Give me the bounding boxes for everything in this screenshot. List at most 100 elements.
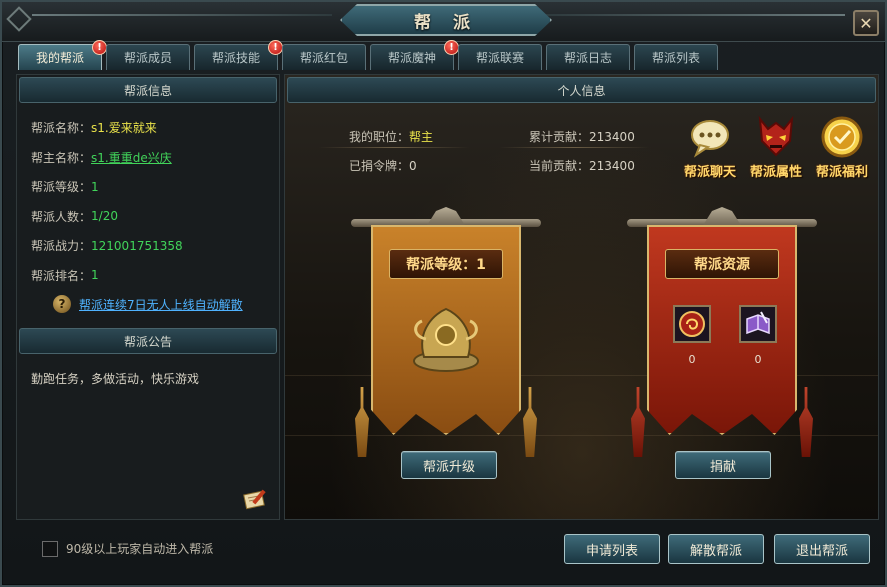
position-stat: 我的职位：帮主 [349, 128, 433, 145]
info-key: 帮派人数： [31, 209, 92, 224]
donate-button[interactable]: 捐献 [675, 451, 771, 479]
guild-power-value: 121001751358 [91, 238, 183, 253]
tab-label: 帮派成员 [123, 51, 172, 65]
resource-item[interactable]: 0 [739, 305, 777, 366]
guild-window: 帮 派 ✕ 我的帮派 ! 帮派成员 帮派技能 ! 帮派红包 帮派魔神 ! 帮派联… [0, 0, 887, 587]
alert-badge-icon: ! [444, 40, 459, 55]
chat-bubble-icon [691, 120, 729, 158]
auto-join-label: 90级以上玩家自动进入帮派 [66, 542, 214, 556]
info-row-guild-name: 帮派名称： s1.爱来就来 [31, 113, 265, 143]
demon-mask-icon [758, 115, 794, 157]
guild-info-header: 帮派信息 [19, 77, 277, 103]
tab-label: 帮派技能 [211, 51, 260, 65]
stat-divider [319, 147, 469, 148]
feature-label: 帮派福利 [815, 165, 868, 180]
tab-demon-god[interactable]: 帮派魔神 ! [370, 40, 459, 70]
guild-level-banner: 帮派等级：1 [351, 207, 541, 457]
guild-level-title: 帮派等级：1 [389, 249, 503, 279]
tab-label: 帮派日志 [563, 51, 612, 65]
tab-my-guild[interactable]: 我的帮派 ! [18, 40, 107, 70]
gold-medal-icon [821, 116, 863, 158]
tab-skills[interactable]: 帮派技能 ! [194, 40, 283, 70]
guild-name-value: s1.爱来就来 [91, 121, 157, 136]
personal-stats: 我的职位：帮主 累计贡献：213400 已捐令牌：0 当前贡献：213400 [319, 119, 649, 179]
tab-log[interactable]: 帮派日志 [546, 44, 630, 70]
info-key: 帮主名称： [31, 150, 92, 165]
stat-key: 累计贡献： [529, 130, 590, 144]
guild-resource-title: 帮派资源 [665, 249, 779, 279]
dissolve-notice-link[interactable]: 帮派连续7日无人上线自动解散 [79, 296, 243, 313]
title-ornament-right [545, 14, 845, 16]
disband-guild-button[interactable]: 解散帮派 [668, 534, 764, 564]
tassel-icon [355, 387, 369, 457]
donated-tokens-value: 0 [409, 159, 417, 173]
tab-league[interactable]: 帮派联赛 [458, 44, 542, 70]
banner-crest [702, 207, 742, 227]
info-row-members: 帮派人数： 1/20 [31, 202, 265, 232]
stat-key: 我的职位： [349, 130, 410, 144]
help-icon[interactable]: ? [53, 295, 71, 313]
corner-ornament-icon [6, 6, 32, 32]
info-key: 帮派排名： [31, 268, 92, 283]
guild-info-panel: 帮派信息 帮派名称： s1.爱来就来 帮主名称： s1.重重de兴庆 帮派等级：… [16, 74, 280, 520]
guild-rank-value: 1 [91, 268, 99, 283]
red-seal-token-icon [673, 305, 711, 343]
info-key: 帮派等级： [31, 180, 92, 195]
edit-announcement-icon[interactable] [241, 487, 269, 511]
purple-book-icon [739, 305, 777, 343]
tab-label: 帮派魔神 [387, 51, 436, 65]
tab-red-packet[interactable]: 帮派红包 [282, 44, 366, 70]
stat-key: 已捐令牌： [349, 159, 410, 173]
guild-welfare-button[interactable]: 帮派福利 [810, 115, 874, 180]
tab-label: 我的帮派 [35, 51, 84, 65]
title-ornament-left [32, 14, 332, 16]
donated-tokens-stat: 已捐令牌：0 [349, 157, 417, 174]
feature-buttons: 帮派聊天 帮派属性 帮派福利 [678, 115, 874, 180]
tab-bar: 我的帮派 ! 帮派成员 帮派技能 ! 帮派红包 帮派魔神 ! 帮派联赛 帮派日志… [18, 40, 718, 70]
total-contribution-stat: 累计贡献：213400 [529, 128, 635, 145]
bottom-bar: 90级以上玩家自动进入帮派 申请列表 解散帮派 退出帮派 [2, 524, 885, 585]
member-count-value: 1/20 [91, 209, 118, 224]
tassel-icon [799, 387, 813, 457]
title-bar: 帮 派 ✕ [2, 2, 885, 42]
close-button[interactable]: ✕ [853, 10, 879, 36]
current-contribution-value: 213400 [589, 159, 635, 173]
info-key: 帮派战力： [31, 239, 92, 254]
tab-members[interactable]: 帮派成员 [106, 44, 190, 70]
resource-count: 0 [754, 353, 762, 366]
stat-divider [499, 147, 649, 148]
dissolve-notice-row: ? 帮派连续7日无人上线自动解散 [17, 290, 279, 314]
tassel-icon [631, 387, 645, 457]
info-row-level: 帮派等级： 1 [31, 172, 265, 202]
info-row-rank: 帮派排名： 1 [31, 261, 265, 291]
resource-items: 0 0 [673, 305, 777, 366]
info-row-power: 帮派战力： 121001751358 [31, 231, 265, 261]
resource-item[interactable]: 0 [673, 305, 711, 366]
tab-label: 帮派红包 [299, 51, 348, 65]
auto-join-checkbox[interactable] [42, 540, 58, 557]
guild-attributes-button[interactable]: 帮派属性 [744, 115, 808, 180]
tab-label: 帮派列表 [651, 51, 700, 65]
guild-chat-button[interactable]: 帮派聊天 [678, 115, 742, 180]
guild-upgrade-button[interactable]: 帮派升级 [401, 451, 497, 479]
alert-badge-icon: ! [268, 40, 283, 55]
leave-guild-button[interactable]: 退出帮派 [774, 534, 870, 564]
tab-guild-list[interactable]: 帮派列表 [634, 44, 718, 70]
apply-list-button[interactable]: 申请列表 [564, 534, 660, 564]
window-title: 帮 派 [340, 4, 552, 36]
announcement-text: 勤跑任务，多做活动，快乐游戏 [31, 372, 200, 386]
guild-level-value: 1 [91, 179, 99, 194]
info-row-leader: 帮主名称： s1.重重de兴庆 [31, 143, 265, 173]
position-value: 帮主 [409, 130, 434, 144]
golden-dragon-emblem-icon [413, 307, 479, 372]
leader-name-link[interactable]: s1.重重de兴庆 [91, 149, 172, 166]
announcement-header: 帮派公告 [19, 328, 277, 354]
banner-crest [426, 207, 466, 227]
current-contribution-stat: 当前贡献：213400 [529, 157, 635, 174]
tassel-icon [523, 387, 537, 457]
feature-label: 帮派属性 [749, 165, 802, 180]
feature-label: 帮派聊天 [683, 165, 736, 180]
personal-info-header: 个人信息 [287, 77, 876, 103]
stat-key: 当前贡献： [529, 159, 590, 173]
auto-join-option: 90级以上玩家自动进入帮派 [42, 540, 213, 557]
